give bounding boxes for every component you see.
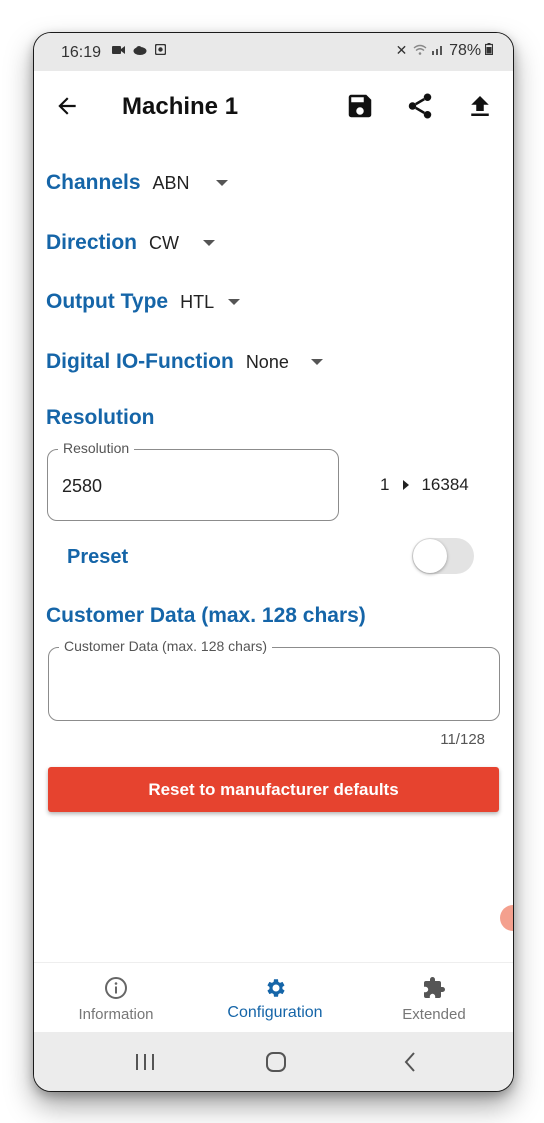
back-icon[interactable] — [395, 1048, 425, 1076]
channels-label: Channels — [46, 171, 141, 194]
gear-icon — [267, 979, 285, 997]
output-type-value: HTL — [180, 291, 215, 312]
resolution-field-label: Resolution — [58, 440, 135, 456]
arrow-right-icon — [403, 480, 410, 490]
nav-extended-label: Extended — [402, 1006, 466, 1023]
chevron-down-icon — [228, 299, 241, 305]
recent-apps-icon[interactable] — [130, 1048, 160, 1076]
digital-io-value: None — [245, 351, 289, 372]
chevron-down-icon — [215, 180, 228, 186]
customer-data-field-label: Customer Data (max. 128 chars) — [59, 638, 273, 654]
notification-icons — [112, 42, 167, 58]
direction-value: CW — [149, 232, 180, 253]
resolution-range: 1 16384 — [380, 475, 469, 495]
upload-icon[interactable] — [465, 91, 495, 121]
direction-label: Direction — [46, 231, 138, 254]
app-bar: Machine 1 — [34, 71, 513, 143]
output-type-label: Output Type — [46, 290, 169, 313]
system-navigation-bar — [34, 1032, 513, 1091]
output-type-dropdown[interactable]: Output Type HTL — [46, 290, 241, 314]
home-icon[interactable] — [261, 1048, 291, 1076]
nav-configuration-label: Configuration — [227, 1004, 323, 1021]
bottom-navigation: Information Configuration Extended — [34, 962, 513, 1033]
resolution-heading: Resolution — [46, 406, 155, 429]
battery-icon — [484, 43, 494, 56]
resolution-input[interactable]: Resolution 2580 — [47, 440, 339, 521]
reset-defaults-button[interactable]: Reset to manufacturer defaults — [48, 767, 499, 812]
puzzle-icon — [424, 977, 445, 998]
digital-io-dropdown[interactable]: Digital IO-Function None — [46, 350, 323, 374]
nav-information-label: Information — [78, 1006, 154, 1023]
customer-data-input[interactable]: Customer Data (max. 128 chars) — [48, 638, 500, 721]
channels-dropdown[interactable]: Channels ABN — [46, 171, 228, 195]
system-status-icons: ✕ 78% — [395, 42, 494, 60]
range-max: 16384 — [421, 475, 469, 494]
cloud-icon — [133, 46, 147, 55]
status-bar: 16:19 ✕ 78% — [34, 33, 513, 71]
range-min: 1 — [380, 475, 390, 494]
preset-label: Preset — [67, 546, 129, 568]
wifi-icon — [413, 44, 427, 55]
resolution-value: 2580 — [62, 476, 103, 496]
mute-icon: ✕ — [395, 42, 410, 58]
character-counter: 11/128 — [440, 731, 485, 748]
chevron-down-icon — [310, 359, 323, 365]
phone-frame: 16:19 ✕ 78% Machine 1 Channels ABN Direc… — [33, 32, 514, 1092]
battery-percent: 78% — [449, 42, 482, 59]
save-icon[interactable] — [345, 91, 375, 121]
digital-io-label: Digital IO-Function — [46, 350, 234, 373]
nav-configuration[interactable]: Configuration — [195, 963, 355, 1033]
page-title: Machine 1 — [122, 93, 239, 120]
back-arrow-icon[interactable] — [54, 93, 80, 119]
signal-icon — [432, 46, 443, 55]
preset-toggle[interactable] — [412, 538, 474, 574]
video-icon — [112, 46, 125, 54]
chevron-down-icon — [203, 240, 216, 246]
channels-value: ABN — [152, 172, 190, 193]
toggle-knob — [413, 539, 447, 573]
gallery-icon — [154, 43, 167, 56]
nav-extended[interactable]: Extended — [354, 963, 513, 1033]
status-time: 16:19 — [61, 44, 102, 61]
nav-information[interactable]: Information — [36, 963, 196, 1033]
floating-handle[interactable] — [500, 905, 513, 931]
share-icon[interactable] — [405, 91, 435, 121]
info-icon — [105, 977, 127, 999]
customer-data-heading: Customer Data (max. 128 chars) — [46, 604, 366, 627]
direction-dropdown[interactable]: Direction CW — [46, 231, 216, 255]
